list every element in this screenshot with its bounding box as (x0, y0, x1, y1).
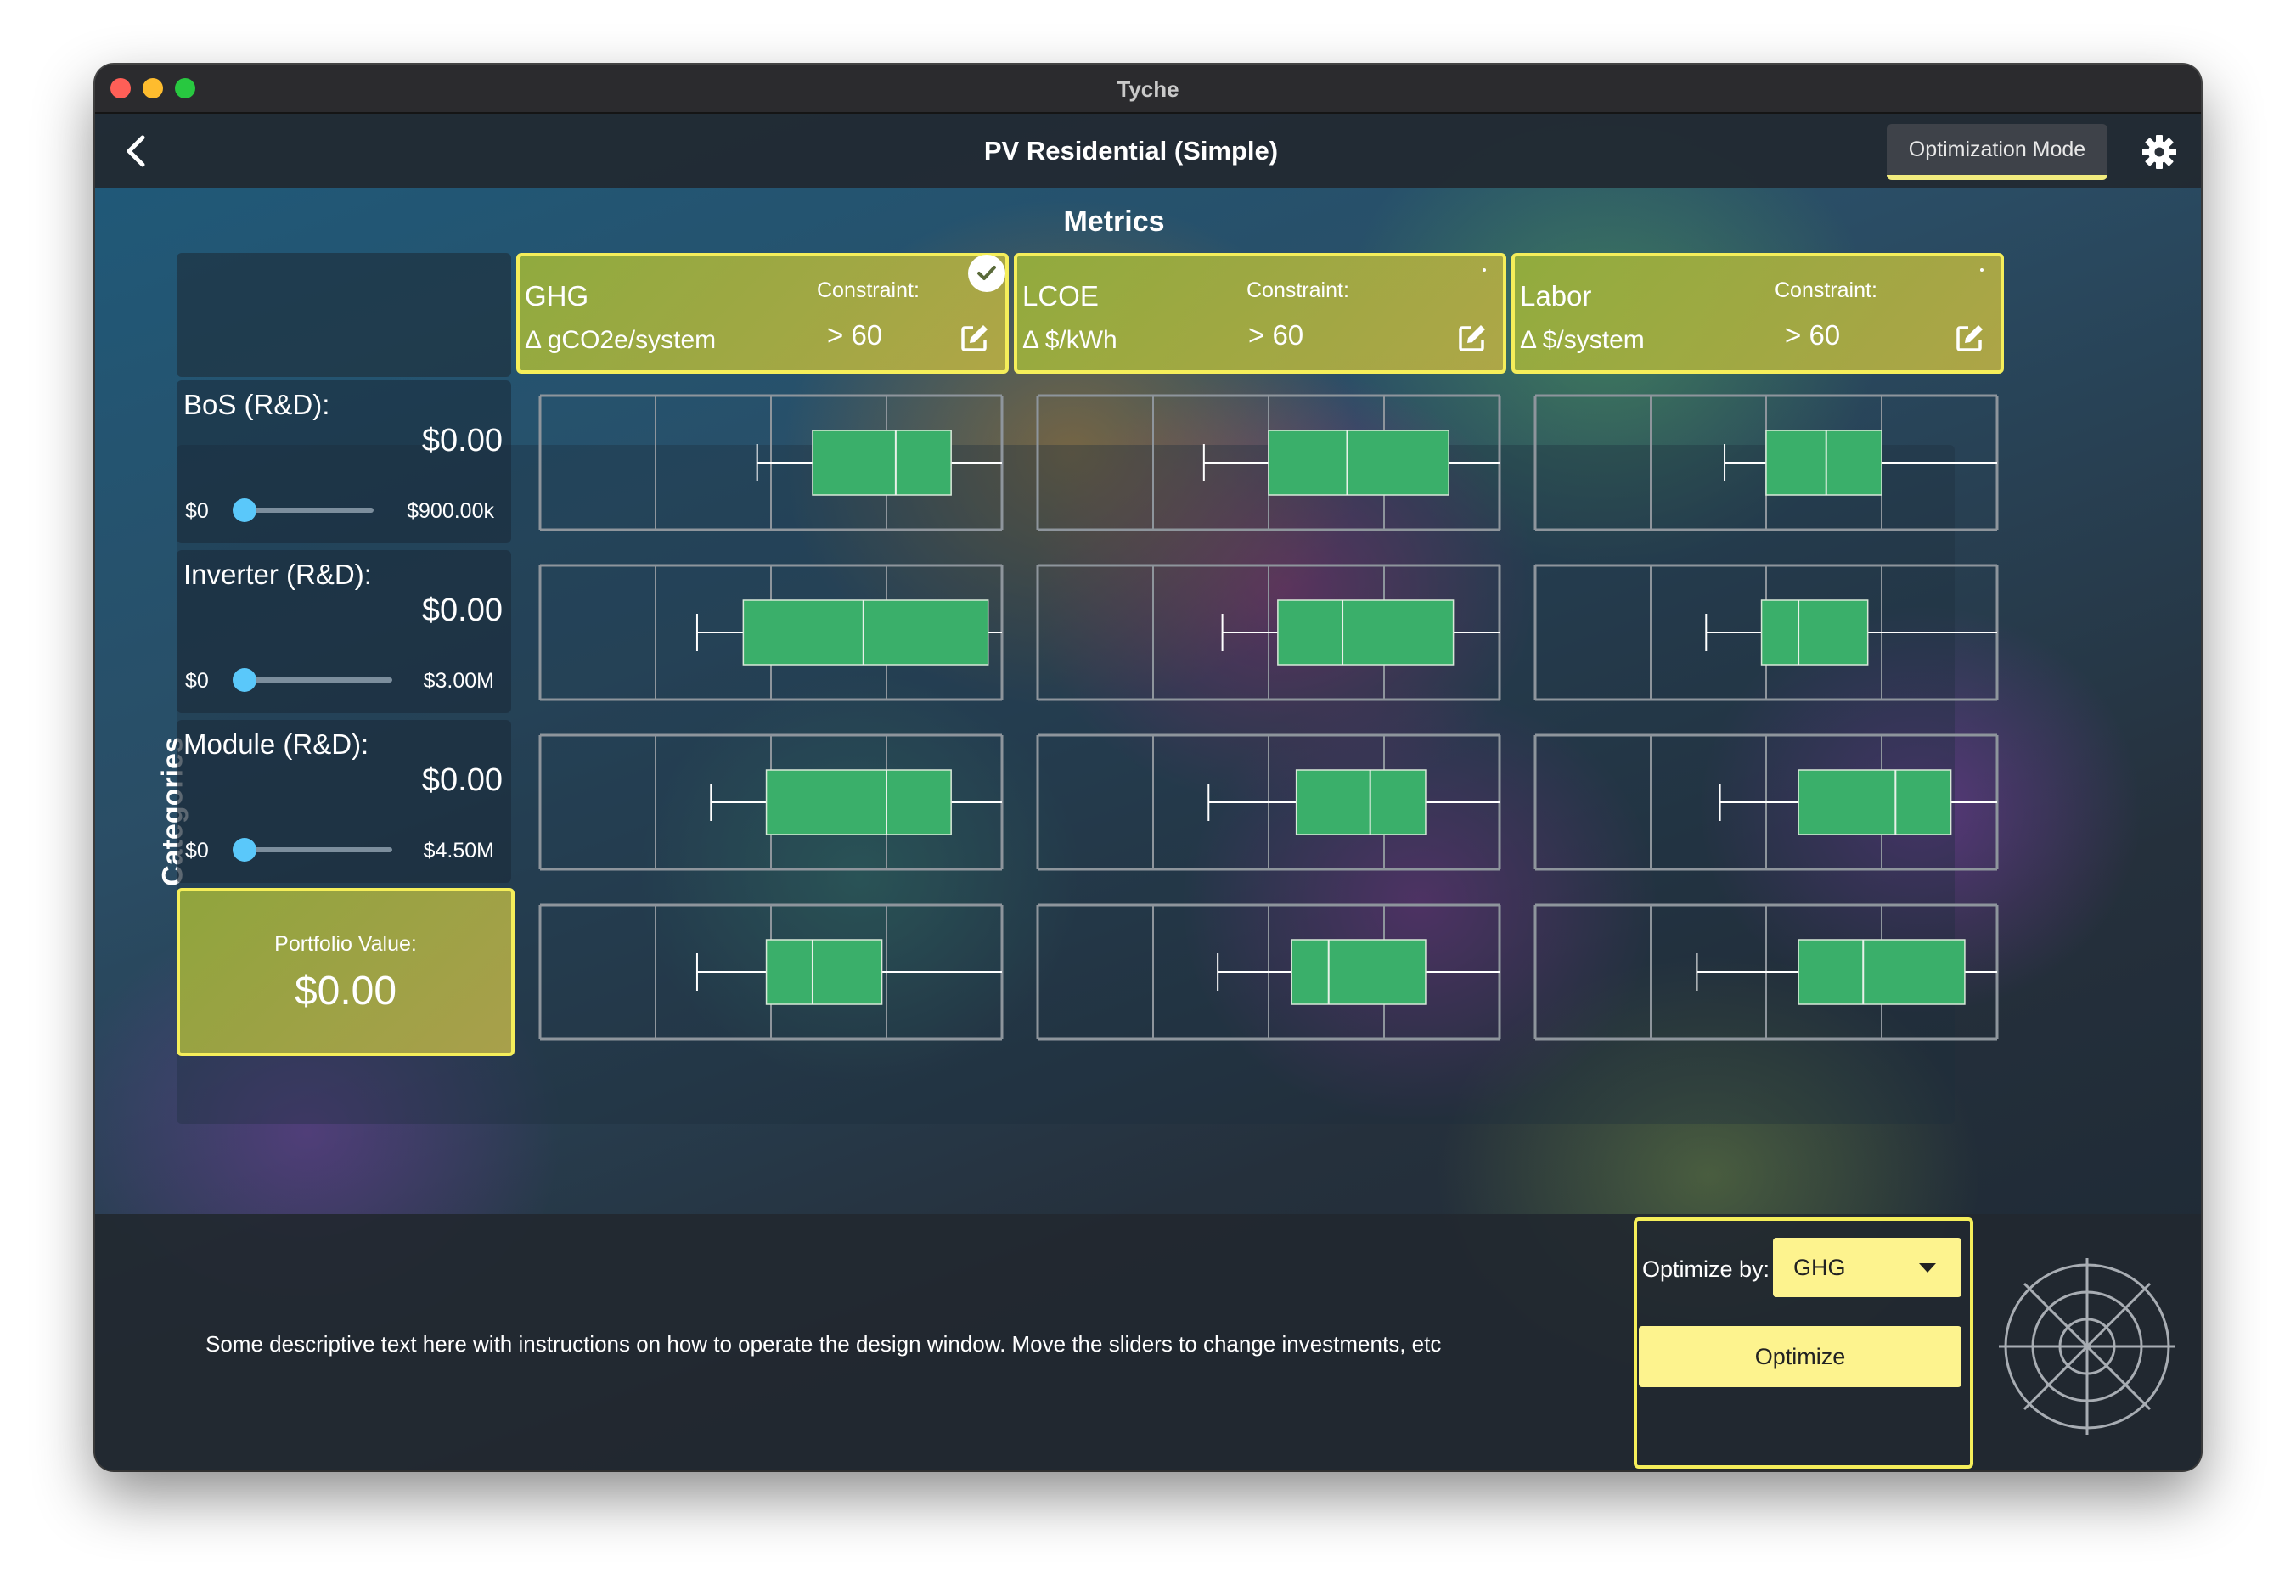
gear-icon[interactable] (2141, 134, 2177, 170)
optimization-mode-button[interactable]: Optimization Mode (1887, 124, 2107, 180)
box (1765, 430, 1882, 496)
boxplot (1533, 394, 1999, 531)
optimize-button[interactable]: Optimize (1639, 1326, 1961, 1387)
box (1291, 939, 1427, 1005)
box (1277, 599, 1455, 666)
constraint-value: > 60 (1785, 319, 1841, 351)
check-icon (968, 255, 1005, 292)
constraint-label: Constraint: (817, 278, 920, 302)
window-title: Tyche (1117, 76, 1179, 102)
boxplot (1036, 564, 1501, 701)
metric-card-lcoe[interactable]: LCOE Δ $/kWh Constraint: > 60 (1014, 253, 1506, 374)
metric-name: Labor (1520, 280, 1592, 312)
boxplot (538, 903, 1004, 1041)
status-dot (1980, 268, 1984, 272)
box (1760, 599, 1869, 666)
investment-slider-thumb[interactable] (233, 498, 256, 522)
boxplot (1036, 733, 1501, 871)
category-card-bos: BoS (R&D): $0.00 $0 $900.00k (177, 380, 511, 543)
box (765, 939, 883, 1005)
boxplot (1533, 903, 1999, 1041)
app-window: Tyche PV Residential (Simple) Optimizati… (95, 65, 2201, 1470)
boxplot (538, 564, 1004, 701)
slider-max-label: $3.00M (423, 669, 494, 693)
category-value: $0.00 (421, 593, 503, 628)
slider-max-label: $900.00k (407, 499, 494, 523)
metrics-heading: Metrics (1063, 205, 1165, 238)
metric-card-ghg[interactable]: GHG Δ gCO2e/system Constraint: > 60 (516, 253, 1009, 374)
investment-slider-thumb[interactable] (233, 838, 256, 862)
metric-unit: Δ $/system (1520, 326, 1645, 354)
category-value: $0.00 (421, 762, 503, 798)
metric-name: LCOE (1022, 280, 1099, 312)
box (742, 599, 989, 666)
boxplot (1036, 903, 1501, 1041)
investment-slider-thumb[interactable] (233, 668, 256, 692)
category-value: $0.00 (421, 423, 503, 458)
boxplot (1533, 564, 1999, 701)
page-title: PV Residential (Simple) (983, 136, 1279, 166)
box (1268, 430, 1449, 496)
corner-cell (177, 253, 511, 377)
chevron-left-icon[interactable] (121, 132, 155, 170)
title-bar: Tyche (95, 65, 2201, 114)
category-name: Module (R&D): (183, 728, 369, 760)
category-card-module: Module (R&D): $0.00 $0 $4.50M (177, 720, 511, 883)
investment-slider-track[interactable] (239, 508, 374, 513)
box (1295, 769, 1427, 835)
slider-min-label: $0 (185, 669, 209, 693)
constraint-value: > 60 (827, 319, 883, 351)
slider-min-label: $0 (185, 499, 209, 523)
metric-unit: Δ $/kWh (1022, 326, 1117, 354)
metric-unit: Δ gCO2e/system (525, 326, 717, 354)
box (1798, 939, 1966, 1005)
optimize-by-value: GHG (1793, 1255, 1846, 1280)
bottom-panel: Some descriptive text here with instruct… (95, 1214, 2201, 1470)
radar-icon (1999, 1258, 2175, 1435)
portfolio-value-card: Portfolio Value: $0.00 (177, 888, 515, 1056)
optimize-by-label: Optimize by: (1642, 1256, 1770, 1282)
boxplot (538, 394, 1004, 531)
edit-icon[interactable] (1457, 323, 1488, 353)
navigation-bar: PV Residential (Simple) Optimization Mod… (95, 114, 2201, 188)
status-dot (1483, 268, 1486, 272)
instructions-text: Some descriptive text here with instruct… (205, 1331, 1442, 1357)
category-name: Inverter (R&D): (183, 559, 372, 590)
edit-icon[interactable] (1955, 323, 1985, 353)
box (1798, 769, 1952, 835)
slider-max-label: $4.50M (423, 839, 494, 863)
constraint-value: > 60 (1248, 319, 1304, 351)
constraint-label: Constraint: (1246, 278, 1349, 302)
category-name: BoS (R&D): (183, 389, 330, 420)
caret-down-icon (1919, 1263, 1936, 1273)
investment-slider-track[interactable] (239, 677, 392, 683)
metric-name: GHG (525, 280, 589, 312)
constraint-label: Constraint: (1775, 278, 1877, 302)
portfolio-label: Portfolio Value: (274, 932, 417, 956)
slider-min-label: $0 (185, 839, 209, 863)
optimize-panel: Optimize by: GHG Optimize (1634, 1217, 1973, 1469)
box (765, 769, 952, 835)
optimize-by-select[interactable]: GHG (1773, 1238, 1961, 1297)
category-card-inverter: Inverter (R&D): $0.00 $0 $3.00M (177, 550, 511, 713)
box (812, 430, 952, 496)
boxplot (538, 733, 1004, 871)
metric-card-labor[interactable]: Labor Δ $/system Constraint: > 60 (1511, 253, 2004, 374)
boxplot (1533, 733, 1999, 871)
investment-slider-track[interactable] (239, 847, 392, 852)
portfolio-value: $0.00 (294, 969, 397, 1014)
edit-icon[interactable] (959, 323, 990, 353)
boxplot (1036, 394, 1501, 531)
